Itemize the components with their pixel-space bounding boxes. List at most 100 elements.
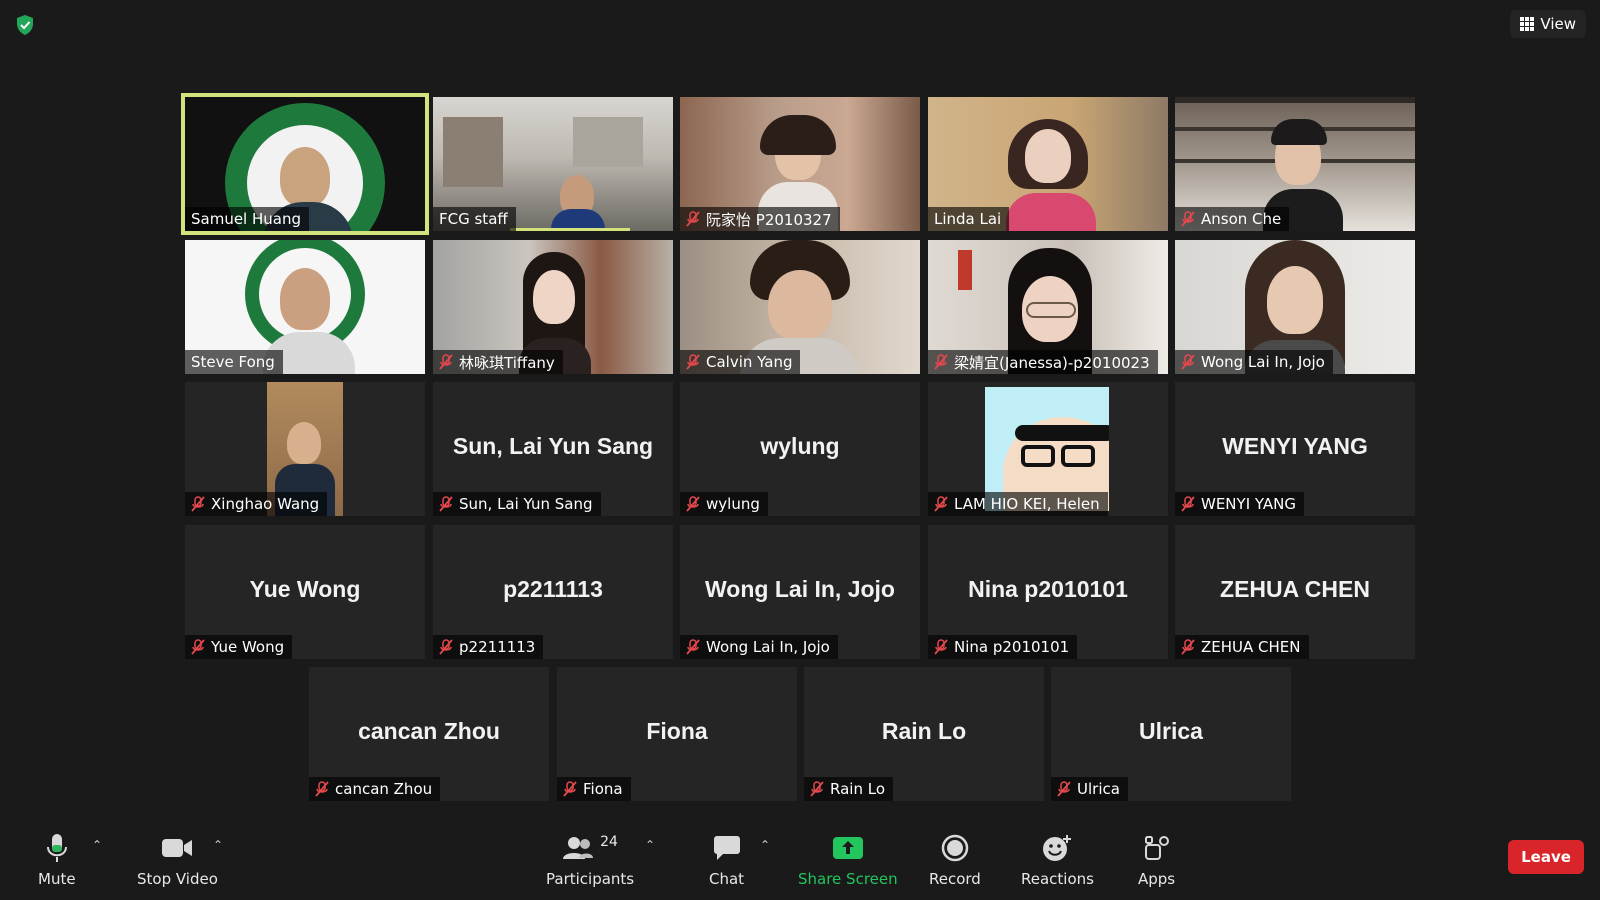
mute-button[interactable]: Mute	[38, 832, 76, 888]
participant-name: Rain Lo	[830, 780, 885, 798]
participant-tile[interactable]: Fiona Fiona	[557, 667, 797, 801]
mic-muted-icon	[934, 639, 948, 655]
participant-name-label: Rain Lo	[804, 777, 893, 801]
participant-name-label: Steve Fong	[185, 350, 283, 374]
participant-tile[interactable]: Calvin Yang	[680, 240, 920, 374]
participant-tile[interactable]: wylung wylung	[680, 382, 920, 516]
smiley-plus-icon	[1043, 835, 1072, 861]
mic-muted-icon	[1057, 781, 1071, 797]
participant-display-name: ZEHUA CHEN	[1220, 575, 1370, 602]
mic-muted-icon	[686, 354, 700, 370]
participant-tile[interactable]: Yue Wong Yue Wong	[185, 525, 425, 659]
participant-tile[interactable]: p2211113 p2211113	[433, 525, 673, 659]
record-label: Record	[929, 870, 981, 888]
participant-tile[interactable]: Linda Lai	[928, 97, 1168, 231]
mic-muted-icon	[439, 496, 453, 512]
participant-name-label: FCG staff	[433, 207, 516, 231]
reactions-label: Reactions	[1021, 870, 1094, 888]
audio-options-caret-icon[interactable]: ⌃	[92, 838, 102, 852]
mic-muted-icon	[934, 496, 948, 512]
participant-name: LAM HIO KEI, Helen	[954, 495, 1100, 513]
participant-name-label: LAM HIO KEI, Helen	[928, 492, 1108, 516]
participant-name: Nina p2010101	[954, 638, 1070, 656]
participants-icon	[563, 837, 594, 859]
participant-tile[interactable]: 林咏琪Tiffany	[433, 240, 673, 374]
participant-name: WENYI YANG	[1201, 495, 1296, 513]
stop-video-button[interactable]: Stop Video	[137, 832, 218, 888]
participant-tile[interactable]: Steve Fong	[185, 240, 425, 374]
participant-tile[interactable]: Ulrica Ulrica	[1051, 667, 1291, 801]
participant-name: Samuel Huang	[191, 210, 302, 228]
participant-tile[interactable]: FCG staff	[433, 97, 673, 231]
participant-name-label: cancan Zhou	[309, 777, 441, 801]
stop-video-label: Stop Video	[137, 870, 218, 888]
participant-name: Calvin Yang	[706, 353, 793, 371]
participant-tile[interactable]: ZEHUA CHEN ZEHUA CHEN	[1175, 525, 1415, 659]
participant-name-label: 阮家怡 P2010327	[680, 207, 840, 231]
chat-options-caret-icon[interactable]: ⌃	[760, 838, 770, 852]
video-options-caret-icon[interactable]: ⌃	[213, 838, 223, 852]
participant-display-name: p2211113	[503, 575, 603, 602]
participant-name: Anson Che	[1201, 210, 1282, 228]
participant-display-name: Sun, Lai Yun Sang	[452, 432, 654, 459]
record-button[interactable]: Record	[929, 832, 981, 888]
mic-muted-icon	[686, 211, 700, 227]
mic-muted-icon	[686, 496, 700, 512]
participant-name: 林咏琪Tiffany	[459, 353, 555, 372]
mic-muted-icon	[439, 639, 453, 655]
participant-display-name: cancan Zhou	[358, 717, 500, 744]
participant-tile[interactable]: 梁婧宜(Janessa)-p2010023	[928, 240, 1168, 374]
participants-count: 24	[600, 834, 618, 850]
reactions-button[interactable]: Reactions	[1021, 832, 1094, 888]
participant-display-name: Wong Lai In, Jojo	[705, 575, 895, 602]
participant-tile[interactable]: Wong Lai In, Jojo	[1175, 240, 1415, 374]
participant-tile[interactable]: Sun, Lai Yun Sang Sun, Lai Yun Sang	[433, 382, 673, 516]
mic-muted-icon	[686, 639, 700, 655]
participant-tile[interactable]: Anson Che	[1175, 97, 1415, 231]
participant-name-label: 林咏琪Tiffany	[433, 350, 563, 374]
mic-muted-icon	[1181, 496, 1195, 512]
participant-tile[interactable]: Samuel Huang	[181, 93, 429, 235]
participants-button[interactable]: 24 Participants	[546, 832, 634, 888]
participant-display-name: Ulrica	[1139, 717, 1203, 744]
participant-tile[interactable]: LAM HIO KEI, Helen	[928, 382, 1168, 516]
mic-muted-icon	[810, 781, 824, 797]
chat-button[interactable]: Chat	[709, 832, 744, 888]
participant-name: ZEHUA CHEN	[1201, 638, 1301, 656]
participant-name: Xinghao Wang	[211, 495, 320, 513]
participant-name: wylung	[706, 495, 760, 513]
participant-tile[interactable]: Xinghao Wang	[185, 382, 425, 516]
mic-muted-icon	[934, 354, 948, 370]
apps-button[interactable]: Apps	[1138, 832, 1175, 888]
participant-tile[interactable]: 阮家怡 P2010327	[680, 97, 920, 231]
participant-name-label: Anson Che	[1175, 207, 1290, 231]
participant-name-label: Nina p2010101	[928, 635, 1078, 659]
participant-tile[interactable]: Rain Lo Rain Lo	[804, 667, 1044, 801]
participant-tile[interactable]: Nina p2010101 Nina p2010101	[928, 525, 1168, 659]
participant-name-label: 梁婧宜(Janessa)-p2010023	[928, 350, 1158, 374]
mic-muted-icon	[315, 781, 329, 797]
participant-name: Sun, Lai Yun Sang	[459, 495, 593, 513]
participant-display-name: Yue Wong	[249, 575, 361, 602]
participants-label: Participants	[546, 870, 635, 888]
participants-options-caret-icon[interactable]: ⌃	[645, 838, 655, 852]
gallery-grid: Samuel Huang FCG staff 阮家怡 P2010327 Lind…	[0, 0, 1600, 820]
participant-name: Wong Lai In, Jojo	[706, 638, 830, 656]
participant-tile[interactable]: Wong Lai In, Jojo Wong Lai In, Jojo	[680, 525, 920, 659]
participant-name-label: Samuel Huang	[185, 207, 310, 231]
participant-name-label: ZEHUA CHEN	[1175, 635, 1309, 659]
participant-name-label: Sun, Lai Yun Sang	[433, 492, 601, 516]
leave-button[interactable]: Leave	[1508, 840, 1584, 874]
share-screen-button[interactable]: Share Screen	[798, 832, 898, 888]
participant-name-label: p2211113	[433, 635, 544, 659]
participant-name: cancan Zhou	[335, 780, 433, 798]
apps-icon	[1144, 836, 1169, 860]
participant-name: Ulrica	[1077, 780, 1120, 798]
mic-muted-icon	[1181, 354, 1195, 370]
participant-tile[interactable]: cancan Zhou cancan Zhou	[309, 667, 549, 801]
participant-tile[interactable]: WENYI YANG WENYI YANG	[1175, 382, 1415, 516]
participant-name: Wong Lai In, Jojo	[1201, 353, 1325, 371]
participant-name-label: WENYI YANG	[1175, 492, 1304, 516]
participant-display-name: wylung	[760, 432, 840, 459]
participant-name-label: Linda Lai	[928, 207, 1010, 231]
